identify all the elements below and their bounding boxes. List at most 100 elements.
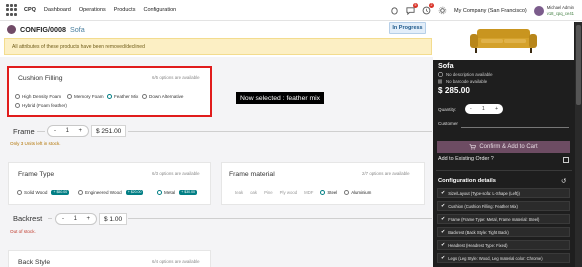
chat-icon[interactable]: 5: [406, 3, 418, 16]
minus-icon[interactable]: -: [470, 106, 472, 112]
plus-icon[interactable]: +: [495, 106, 498, 112]
status-badge: In Progress: [389, 22, 426, 34]
plus-icon[interactable]: +: [78, 128, 82, 134]
nav-dashboard[interactable]: Dashboard: [44, 7, 71, 13]
config-detail-text: Frame (Frame Type: Metal, Frame material…: [448, 216, 540, 222]
config-detail-text: Backrest (Back Style: Tight Back): [448, 229, 509, 235]
check-icon: ✔: [441, 190, 446, 196]
warning-banner: All attributes of these products have be…: [4, 38, 432, 55]
divider: [48, 218, 52, 219]
check-icon: ✔: [441, 216, 446, 222]
customer-label: Customer: [438, 121, 458, 126]
cta-label: Confirm & Add to Cart: [479, 144, 538, 150]
config-detail-text: Size/Layout (Type-sofa: L-Shape (Left)): [448, 190, 520, 196]
frame-qty-value: 1: [65, 128, 69, 134]
option-label: Solid Wood: [24, 190, 48, 195]
minus-icon[interactable]: -: [62, 216, 64, 222]
config-detail-row: ✔ Size/Layout (Type-sofa: L-Shape (Left)): [437, 188, 570, 198]
frame-material-title: Frame material: [229, 171, 275, 178]
settings-icon[interactable]: [438, 6, 447, 15]
option-label: Aluminium: [351, 190, 372, 195]
backrest-quantity-stepper[interactable]: - 1 +: [55, 213, 97, 225]
summary-panel: Sofa No description available No barcode…: [433, 22, 582, 267]
radio-icon[interactable]: [78, 190, 83, 195]
configuration-details-title: Configuration details: [438, 178, 496, 184]
plus-icon[interactable]: +: [86, 216, 90, 222]
radio-icon[interactable]: [344, 190, 350, 195]
config-detail-text: Headrest (Headrest Type: Fixed): [448, 242, 508, 248]
summary-barcode: No barcode available: [438, 79, 487, 84]
frame-type-card: Frame Type 6/3 options are available Sol…: [8, 162, 211, 205]
annotation-label: Now selected : feather mix: [236, 92, 325, 104]
radio-icon[interactable]: [17, 190, 22, 195]
scrollbar[interactable]: [575, 22, 582, 267]
backrest-qty-value: 1: [73, 216, 77, 222]
frame-material-card: Frame material 2/7 options are available…: [221, 162, 425, 205]
config-detail-row: ✔ Headrest (Headrest Type: Fixed): [437, 240, 570, 250]
record-icon: [7, 24, 16, 34]
product-name: Sofa: [69, 24, 85, 34]
divider: [436, 170, 572, 171]
chat-badge: 5: [413, 3, 418, 8]
config-detail-row: ✔ Frame (Frame Type: Metal, Frame materia…: [437, 214, 570, 224]
existing-order-checkbox[interactable]: [563, 157, 569, 163]
company-switcher[interactable]: My Company (San Francisco): [454, 8, 527, 14]
clock-icon[interactable]: 2: [422, 3, 434, 15]
frame-title: Frame: [13, 127, 35, 136]
material-option-pine: Pine: [264, 190, 273, 195]
confirm-add-to-cart-button[interactable]: Confirm & Add to Cart: [437, 141, 570, 153]
config-detail-text: Cushion (Cushion Filling: Feather Mix): [448, 203, 518, 209]
backrest-title: Backrest: [13, 214, 43, 223]
frame-type-option-solid-wood[interactable]: Solid Wood + $50.00: [17, 190, 70, 195]
divider: [37, 131, 45, 132]
check-icon: ✔: [441, 229, 446, 235]
info-icon: [438, 72, 443, 77]
reset-icon[interactable]: ↺: [561, 177, 566, 185]
nav-products[interactable]: Products: [114, 7, 136, 13]
back-style-title: Back Style: [18, 259, 51, 266]
config-detail-row: ✔ Cushion (Cushion Filling: Feather Mix): [437, 201, 570, 211]
check-icon: ✔: [441, 242, 446, 248]
option-label: Metal: [164, 190, 176, 195]
frame-type-option-metal[interactable]: Metal + $30.00: [157, 190, 197, 195]
backrest-stock-warning: Out of stock.: [10, 229, 36, 234]
nav-operations[interactable]: Operations: [79, 7, 106, 13]
backrest-price: $ 1.00: [99, 213, 128, 225]
frame-price: $ 251.00: [91, 125, 127, 137]
frame-type-title: Frame Type: [18, 171, 55, 178]
frame-material-options: teak oak Pine Ply wood MDF Steel Alumini…: [235, 190, 371, 195]
apps-grid-icon[interactable]: [6, 4, 18, 16]
config-code[interactable]: CONFIG/0008: [20, 25, 66, 34]
avatar: [533, 5, 544, 16]
frame-type-option-count: 6/3 options are available: [152, 171, 200, 176]
material-option-steel[interactable]: Steel: [320, 190, 337, 195]
material-option-oak: oak: [250, 190, 258, 195]
frame-quantity-stepper[interactable]: - 1 +: [47, 125, 89, 137]
barcode-icon: [438, 79, 442, 84]
radio-selected-icon[interactable]: [157, 190, 162, 195]
divider: [128, 218, 432, 219]
top-navbar: CPQ Dashboard Operations Products Config…: [0, 0, 582, 21]
config-detail-text: Legs (Leg Style: Wood, Leg material colo…: [448, 255, 543, 261]
summary-quantity-stepper[interactable]: - 1 +: [465, 104, 503, 114]
product-image: [433, 22, 574, 60]
back-style-option-count: 6/4 options are available: [152, 259, 200, 264]
user-menu[interactable]: Michael Admin v18_cpq_ce41: [533, 5, 574, 17]
customer-input[interactable]: [461, 127, 569, 128]
scrollbar-thumb[interactable]: [576, 25, 581, 105]
frame-type-option-engineered-wood[interactable]: Engineered Wood + $20.00: [78, 190, 144, 195]
price-extra-badge: + $20.00: [125, 190, 144, 195]
material-option-aluminium[interactable]: Aluminium: [344, 190, 371, 195]
radio-selected-icon[interactable]: [320, 190, 326, 195]
material-option-ply-wood: Ply wood: [279, 190, 298, 195]
check-icon: ✔: [441, 203, 446, 209]
existing-order-label: Add to Existing Order ?: [438, 156, 494, 162]
bug-icon[interactable]: [390, 6, 399, 15]
minus-icon[interactable]: -: [54, 128, 56, 134]
option-label: Steel: [327, 190, 338, 195]
divider: [128, 131, 432, 132]
summary-price: $ 285.00: [438, 86, 470, 95]
nav-configuration[interactable]: Configuration: [143, 7, 176, 13]
nav-app-cpq[interactable]: CPQ: [24, 7, 36, 13]
cart-icon: [469, 144, 477, 150]
